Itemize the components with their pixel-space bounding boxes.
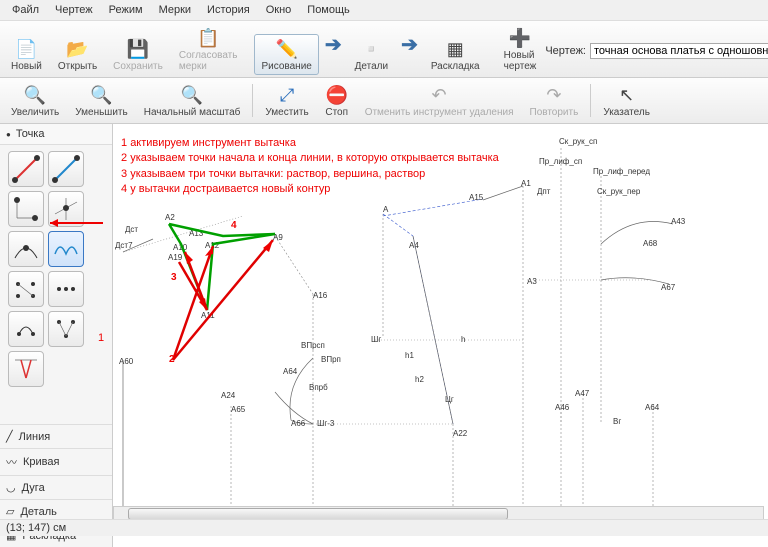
svg-text:Дпт: Дпт xyxy=(537,187,551,196)
svg-text:Шг: Шг xyxy=(371,335,381,344)
svg-text:А67: А67 xyxy=(661,283,676,292)
svg-text:Вг: Вг xyxy=(613,417,621,426)
point-tool-grid xyxy=(0,145,112,393)
svg-text:Дст: Дст xyxy=(125,225,138,234)
svg-text:А66: А66 xyxy=(291,419,306,428)
arrow-icon: ➔ xyxy=(321,32,346,75)
tool-point-5[interactable] xyxy=(8,231,44,267)
drawing-combo[interactable] xyxy=(590,43,768,59)
save-button[interactable]: 💾Сохранить xyxy=(106,34,170,75)
new-drawing-button[interactable]: ➕Новый чертеж xyxy=(497,23,544,75)
drawing-mode-button[interactable]: ✏️Рисование xyxy=(254,34,318,75)
hint-arrow-icon xyxy=(48,218,106,228)
menu-help[interactable]: Помощь xyxy=(299,2,358,18)
svg-text:3: 3 xyxy=(171,272,177,283)
svg-text:А47: А47 xyxy=(575,389,590,398)
zoom-out-button[interactable]: 🔍Уменьшить xyxy=(68,80,134,121)
svg-text:А43: А43 xyxy=(671,217,686,226)
tool-point-3[interactable] xyxy=(8,191,44,227)
pointer-button[interactable]: ↖Указатель xyxy=(596,80,657,121)
tool-point-7[interactable] xyxy=(8,271,44,307)
open-button[interactable]: 📂Открыть xyxy=(51,34,104,75)
svg-text:А46: А46 xyxy=(555,403,570,412)
undo-button[interactable]: ↶Отменить инструмент удаления xyxy=(358,80,521,121)
redo-button[interactable]: ↷Повторить xyxy=(523,80,586,121)
tool-dart[interactable] xyxy=(8,351,44,387)
svg-text:Дст7: Дст7 xyxy=(115,241,133,250)
menu-bar: Файл Чертеж Режим Мерки История Окно Пом… xyxy=(0,0,768,21)
svg-text:А60: А60 xyxy=(119,357,134,366)
group-line[interactable]: ╱Линия xyxy=(0,424,112,448)
svg-text:А68: А68 xyxy=(643,239,658,248)
svg-text:Впрб: Впрб xyxy=(309,383,328,392)
svg-text:h2: h2 xyxy=(415,375,424,384)
menu-history[interactable]: История xyxy=(199,2,258,18)
menu-mode[interactable]: Режим xyxy=(101,2,151,18)
tool-panel: Точка 1 ╱Линия 〰Кривая ◡Дуга ▱Деталь ▦Ра… xyxy=(0,124,113,547)
hint-1-label: 1 xyxy=(98,332,104,344)
tool-point-10[interactable] xyxy=(48,311,84,347)
fit-button[interactable]: ⤢Уместить xyxy=(258,80,315,121)
tool-point-8[interactable] xyxy=(48,271,84,307)
view-toolbar: 🔍Увеличить 🔍Уменьшить 🔍Начальный масштаб… xyxy=(0,78,768,124)
tool-point-9[interactable] xyxy=(8,311,44,347)
svg-text:А15: А15 xyxy=(469,193,484,202)
svg-text:А64: А64 xyxy=(283,367,298,376)
svg-text:h: h xyxy=(461,335,465,344)
svg-text:А: А xyxy=(383,205,389,214)
svg-text:h1: h1 xyxy=(405,351,414,360)
tool-point-6[interactable] xyxy=(48,231,84,267)
svg-text:Шг-3: Шг-3 xyxy=(317,419,335,428)
menu-file[interactable]: Файл xyxy=(4,2,47,18)
svg-text:А1: А1 xyxy=(521,179,531,188)
svg-text:ВПрп: ВПрп xyxy=(321,355,341,364)
svg-text:А16: А16 xyxy=(313,291,328,300)
svg-text:Ск_рук_пер: Ск_рук_пер xyxy=(597,187,641,196)
main-toolbar: 📄Новый 📂Открыть 💾Сохранить 📋Согласовать … xyxy=(0,21,768,78)
svg-text:ВПрсп: ВПрсп xyxy=(301,341,325,350)
svg-text:А65: А65 xyxy=(231,405,246,414)
tool-point-2[interactable] xyxy=(48,151,84,187)
zoom-in-button[interactable]: 🔍Увеличить xyxy=(4,80,66,121)
details-mode-button[interactable]: ▫️Детали xyxy=(348,34,395,75)
drawing-canvas[interactable]: активируем инструмент вытачка указываем … xyxy=(113,124,768,547)
tool-point-1[interactable] xyxy=(8,151,44,187)
layout-mode-button[interactable]: ▦Раскладка xyxy=(424,34,487,75)
svg-text:А22: А22 xyxy=(453,429,468,438)
drawing-combo-label: Чертеж: xyxy=(545,45,586,57)
group-point[interactable]: Точка xyxy=(0,124,112,145)
svg-text:А24: А24 xyxy=(221,391,236,400)
svg-text:А19: А19 xyxy=(168,253,183,262)
group-curve[interactable]: 〰Кривая xyxy=(0,448,112,475)
svg-text:Пр_лиф_сп: Пр_лиф_сп xyxy=(539,157,582,166)
agree-button[interactable]: 📋Согласовать мерки xyxy=(172,23,245,75)
svg-text:А3: А3 xyxy=(527,277,537,286)
svg-text:Пр_лиф_перед: Пр_лиф_перед xyxy=(593,167,650,176)
svg-text:4: 4 xyxy=(231,220,237,231)
menu-window[interactable]: Окно xyxy=(258,2,300,18)
group-arc[interactable]: ◡Дуга xyxy=(0,475,112,499)
new-button[interactable]: 📄Новый xyxy=(4,34,49,75)
status-bar: (13; 147) см xyxy=(0,519,768,536)
menu-drawing[interactable]: Чертеж xyxy=(47,2,101,18)
arrow-icon: ➔ xyxy=(397,32,422,75)
svg-text:Ск_рук_сп: Ск_рук_сп xyxy=(559,137,597,146)
zoom-orig-button[interactable]: 🔍Начальный масштаб xyxy=(137,80,248,121)
svg-text:Цг: Цг xyxy=(445,395,454,404)
stop-button[interactable]: ⛔Стоп xyxy=(318,80,356,121)
svg-text:А2: А2 xyxy=(165,213,175,222)
menu-measure[interactable]: Мерки xyxy=(151,2,199,18)
svg-text:А64: А64 xyxy=(645,403,660,412)
svg-text:2: 2 xyxy=(169,354,175,365)
